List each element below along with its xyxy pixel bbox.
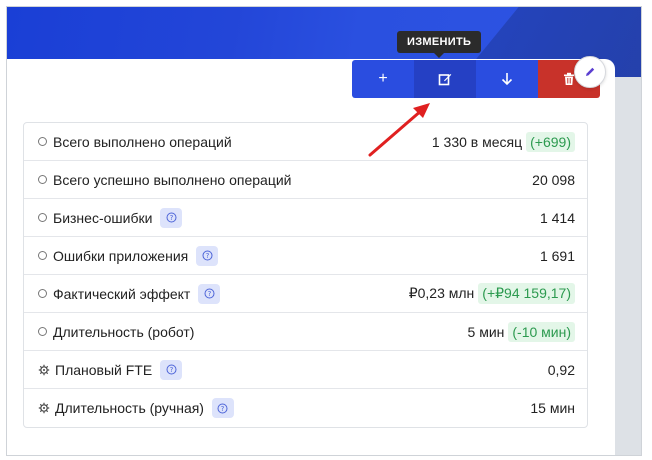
list-item: Бизнес-ошибки ? 1 414: [24, 199, 587, 237]
fte-icon: [38, 402, 50, 414]
metric-label: Плановый FTE: [55, 361, 153, 378]
metric-label: Длительность (робот): [53, 323, 195, 340]
metric-label: Бизнес-ошибки: [53, 209, 153, 226]
list-item: Длительность (робот) 5 мин (-10 мин): [24, 313, 587, 351]
list-item: Плановый FTE ? 0,92: [24, 351, 587, 389]
help-icon[interactable]: ?: [160, 207, 183, 228]
metric-value: 1 330 в месяц: [431, 133, 523, 150]
radio-icon: [38, 289, 47, 298]
help-icon[interactable]: ?: [160, 359, 183, 380]
radio-icon: [38, 213, 47, 222]
plus-icon: +: [378, 70, 388, 87]
side-gutter: [615, 77, 641, 455]
edit-icon: [438, 74, 452, 86]
action-toolbar: +: [352, 60, 600, 98]
svg-text:?: ?: [221, 405, 225, 413]
metric-value: 5 мин: [467, 323, 505, 340]
edit-mode-button[interactable]: [574, 56, 606, 88]
edit-button[interactable]: [414, 60, 476, 98]
metric-value: 0,92: [547, 361, 575, 378]
metric-label: Ошибки приложения: [53, 247, 189, 264]
help-icon[interactable]: ?: [211, 398, 234, 418]
fte-icon: [38, 364, 50, 375]
list-item: Ошибки приложения ? 1 691: [24, 237, 587, 275]
help-icon[interactable]: ?: [198, 283, 221, 304]
list-item: Фактический эффект ? ₽0,23 млн (+₽94 159…: [24, 275, 587, 313]
list-item: Длительность (ручная) ? 15 мин: [24, 389, 587, 427]
metrics-list: Всего выполнено операций 1 330 в месяц (…: [23, 122, 588, 428]
radio-icon: [38, 175, 47, 184]
radio-icon: [38, 327, 47, 336]
metric-value: 1 691: [539, 247, 575, 264]
metric-value: 20 098: [532, 171, 575, 188]
svg-text:?: ?: [205, 252, 209, 260]
metric-delta: (+699): [526, 131, 575, 152]
metric-label: Всего выполнено операций: [53, 133, 232, 150]
help-icon[interactable]: ?: [196, 245, 219, 266]
radio-icon: [38, 137, 47, 146]
download-button[interactable]: [476, 60, 538, 98]
radio-icon: [38, 251, 47, 260]
add-button[interactable]: +: [352, 60, 414, 98]
metric-label: Фактический эффект: [53, 285, 191, 302]
metric-value: 1 414: [539, 209, 575, 226]
metric-label: Длительность (ручная): [55, 400, 204, 416]
svg-text:?: ?: [170, 214, 174, 222]
metric-value: 15 мин: [530, 400, 575, 416]
metric-delta: (+₽94 159,17): [478, 283, 575, 304]
svg-text:?: ?: [169, 366, 173, 374]
metric-label: Всего успешно выполнено операций: [53, 171, 292, 188]
edit-tooltip: ИЗМЕНИТЬ: [397, 31, 482, 58]
metric-delta: (-10 мин): [508, 321, 575, 342]
svg-text:?: ?: [207, 290, 211, 298]
pencil-icon: [586, 67, 595, 76]
list-item: Всего выполнено операций 1 330 в месяц (…: [24, 123, 587, 161]
list-item: Всего успешно выполнено операций 20 098: [24, 161, 587, 199]
download-icon: [501, 73, 513, 86]
metric-value: ₽0,23 млн: [408, 285, 475, 301]
